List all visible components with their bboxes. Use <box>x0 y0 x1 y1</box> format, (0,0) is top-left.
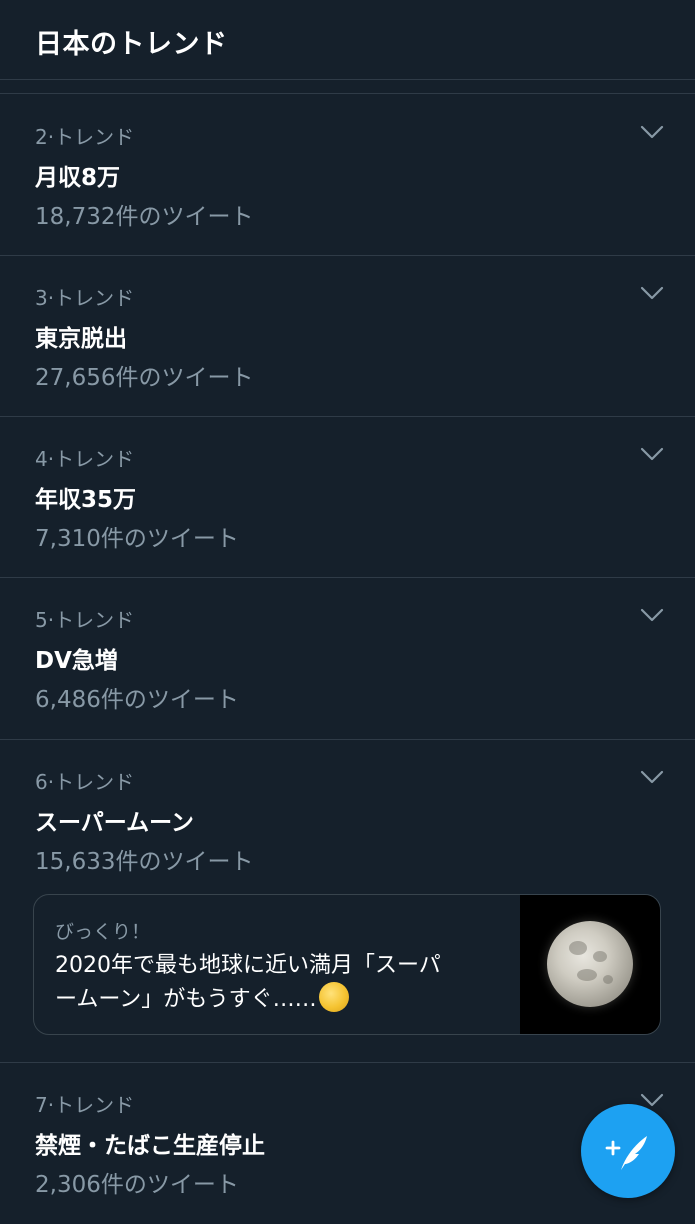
trend-name: スーパームーン <box>35 810 194 836</box>
compose-tweet-button[interactable] <box>581 1104 675 1198</box>
trend-rank: 4·トレンド <box>35 447 135 471</box>
news-card-headline-line: ームーン」がもうすぐ…… <box>55 982 505 1016</box>
trend-name: DV急増 <box>35 648 118 674</box>
trend-tweet-count: 6,486件のツイート <box>35 687 239 713</box>
news-card-thumbnail <box>520 895 660 1034</box>
trend-tweet-count: 2,306件のツイート <box>35 1172 239 1198</box>
chevron-down-icon[interactable] <box>639 606 665 624</box>
header: 日本のトレンド <box>0 0 695 80</box>
trend-rank: 7·トレンド <box>35 1093 135 1117</box>
news-card-label: びっくり！ <box>55 921 151 943</box>
moon-crater <box>603 975 613 984</box>
trend-rank: 2·トレンド <box>35 125 135 149</box>
trend-tweet-count: 27,656件のツイート <box>35 365 254 391</box>
moon-image <box>547 921 633 1007</box>
trend-name: 東京脱出 <box>35 326 127 352</box>
trend-tweet-count: 7,310件のツイート <box>35 526 239 552</box>
compose-tweet-icon <box>605 1136 647 1170</box>
trend-item[interactable]: 6·トレンド スーパームーン 15,633件のツイート びっくり！ 2020年で… <box>0 740 695 1063</box>
chevron-down-icon[interactable] <box>639 768 665 786</box>
news-card-headline-line: 2020年で最も地球に近い満月「スーパ <box>55 953 441 978</box>
header-spacer <box>0 80 695 94</box>
trend-item[interactable]: 5·トレンド DV急増 6,486件のツイート <box>0 578 695 740</box>
moon-crater <box>577 969 597 981</box>
moon-crater <box>593 951 607 962</box>
trend-rank: 5·トレンド <box>35 608 135 632</box>
news-card-headline: 2020年で最も地球に近い満月「スーパ ームーン」がもうすぐ…… <box>55 950 505 1016</box>
trend-rank: 6·トレンド <box>35 770 135 794</box>
chevron-down-icon[interactable] <box>639 445 665 463</box>
trend-rank: 3·トレンド <box>35 286 135 310</box>
news-card-headline-text: ームーン」がもうすぐ…… <box>55 987 317 1012</box>
page-title: 日本のトレンド <box>35 29 228 60</box>
trend-name: 年収35万 <box>35 487 137 513</box>
chevron-down-icon[interactable] <box>639 123 665 141</box>
moon-crater <box>569 941 587 955</box>
chevron-down-icon[interactable] <box>639 284 665 302</box>
trend-tweet-count: 18,732件のツイート <box>35 204 254 230</box>
trend-item[interactable]: 4·トレンド 年収35万 7,310件のツイート <box>0 417 695 578</box>
full-moon-emoji-icon <box>318 982 349 1012</box>
trend-item[interactable]: 2·トレンド 月収8万 18,732件のツイート <box>0 95 695 256</box>
trend-item[interactable]: 3·トレンド 東京脱出 27,656件のツイート <box>0 256 695 417</box>
trend-name: 月収8万 <box>35 165 121 191</box>
trend-name: 禁煙・たばこ生産停止 <box>35 1133 265 1159</box>
news-card[interactable]: びっくり！ 2020年で最も地球に近い満月「スーパ ームーン」がもうすぐ…… <box>33 894 661 1035</box>
trend-tweet-count: 15,633件のツイート <box>35 849 254 875</box>
